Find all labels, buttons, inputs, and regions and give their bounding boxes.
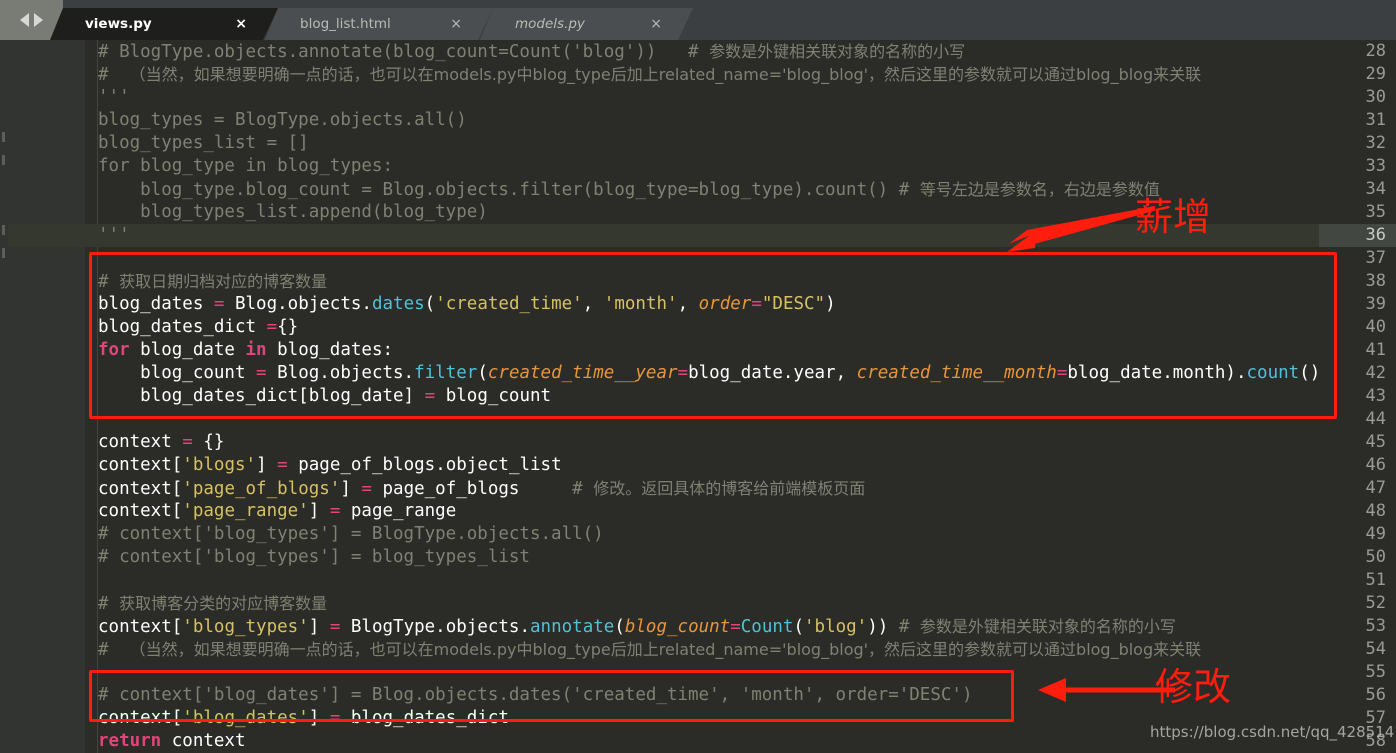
code-line-58: return context (98, 731, 246, 751)
code-line-33: for blog_type in blog_types: (98, 156, 394, 176)
watermark-text: https://blog.csdn.net/qq_42851418 (1150, 723, 1396, 741)
change-marker-icon (2, 225, 5, 235)
tab-left-corner (265, 8, 278, 40)
right-triangle-icon[interactable] (34, 13, 43, 27)
tab-label: views.py (85, 16, 152, 32)
code-line-52: # 获取博客分类的对应博客数量 (98, 594, 328, 614)
code-line-36: ''' (98, 225, 130, 245)
close-icon[interactable]: × (221, 17, 263, 31)
code-line-47: context['page_of_blogs'] = page_of_blogs… (98, 479, 866, 499)
tab-models-py[interactable]: models.py × (480, 8, 693, 40)
line-number-gutter (8, 40, 85, 753)
change-marker-icon (2, 248, 5, 258)
editor-tab-bar: views.py × blog_list.html × models.py × (0, 0, 1396, 40)
code-line-49: # context['blog_types'] = BlogType.objec… (98, 524, 604, 544)
code-line-30: ''' (98, 87, 130, 107)
change-marker-icon (2, 155, 5, 165)
code-line-53: context['blog_types'] = BlogType.objects… (98, 617, 1176, 637)
code-line-31: blog_types = BlogType.objects.all() (98, 110, 467, 130)
new-code-annotation: 薪增 (1135, 195, 1212, 239)
code-line-32: blog_types_list = [] (98, 133, 309, 153)
new-code-box (89, 252, 1337, 419)
tab-blog-list-html[interactable]: blog_list.html × (265, 8, 493, 40)
code-line-34: blog_type.blog_count = Blog.objects.filt… (98, 180, 1160, 200)
close-icon[interactable]: × (436, 17, 478, 31)
code-line-54: # （当然，如果想要明确一点的话，也可以在models.py中blog_type… (98, 640, 1202, 660)
tab-right-corner (678, 8, 693, 40)
code-line-45: context = {} (98, 432, 225, 452)
modified-annotation: 修改 (1155, 665, 1232, 709)
code-line-28: # BlogType.objects.annotate(blog_count=C… (98, 42, 966, 62)
close-icon[interactable]: × (636, 17, 678, 31)
tab-list: views.py × blog_list.html × models.py × (50, 0, 693, 40)
code-line-46: context['blogs'] = page_of_blogs.object_… (98, 455, 562, 475)
left-triangle-icon[interactable] (20, 13, 29, 27)
code-line-35: blog_types_list.append(blog_type) (98, 202, 488, 222)
code-editor-screenshot: views.py × blog_list.html × models.py × (0, 0, 1396, 753)
change-marker-icon (2, 132, 5, 142)
tab-label: blog_list.html (300, 16, 391, 32)
tab-label: models.py (515, 16, 585, 32)
tab-left-corner (50, 8, 63, 40)
tab-left-corner (480, 8, 493, 40)
modified-code-box (89, 670, 1014, 722)
marker-strip (0, 40, 8, 753)
code-line-48: context['page_range'] = page_range (98, 501, 457, 521)
code-line-50: # context['blog_types'] = blog_types_lis… (98, 547, 530, 567)
code-line-29: # （当然，如果想要明确一点的话，也可以在models.py中blog_type… (98, 65, 1202, 85)
tab-views-py[interactable]: views.py × (50, 8, 278, 40)
